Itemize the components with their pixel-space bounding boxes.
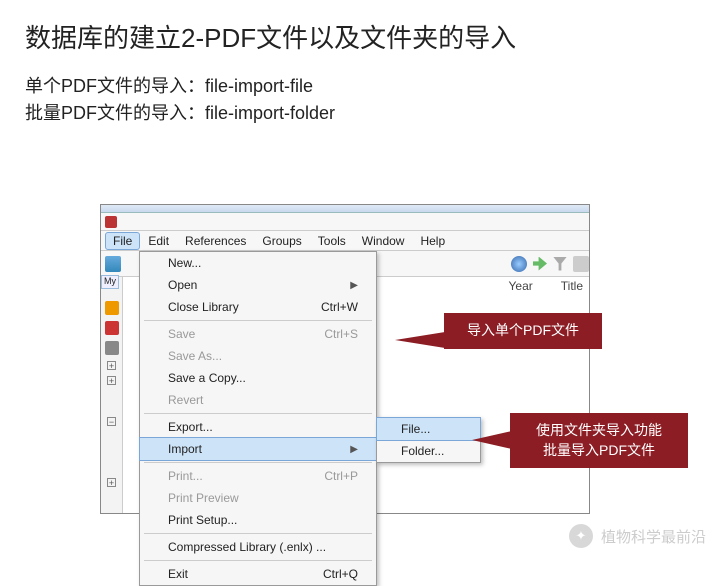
menu-item-revert: Revert	[140, 389, 376, 411]
sidebar-my-tab[interactable]: My	[101, 275, 119, 289]
folder-icon[interactable]	[105, 321, 119, 335]
slide-description: 单个PDF文件的导入：file-import-file 批量PDF文件的导入：f…	[25, 73, 720, 127]
menu-separator	[144, 320, 372, 321]
collapse-icon[interactable]: −	[107, 417, 116, 426]
menubar: File Edit References Groups Tools Window…	[101, 231, 589, 251]
funnel-icon[interactable]	[553, 257, 567, 271]
watermark-text: 植物科学最前沿	[601, 526, 706, 547]
menu-item-close-library[interactable]: Close LibraryCtrl+W	[140, 296, 376, 318]
menu-item-print: Print...Ctrl+P	[140, 465, 376, 487]
callout-import-single: 导入单个PDF文件	[444, 313, 602, 349]
callout-pointer	[472, 431, 512, 449]
expand-icon[interactable]: +	[107, 478, 116, 487]
slide-title: 数据库的建立2-PDF文件以及文件夹的导入	[25, 18, 720, 55]
callout-pointer	[395, 332, 445, 348]
expand-icon[interactable]: +	[107, 361, 116, 370]
menu-item-new[interactable]: New...	[140, 252, 376, 274]
menu-item-save-copy[interactable]: Save a Copy...	[140, 367, 376, 389]
menu-item-print-setup[interactable]: Print Setup...	[140, 509, 376, 531]
menu-item-import[interactable]: Import▶	[139, 437, 377, 461]
menu-help[interactable]: Help	[412, 232, 453, 250]
callout-line: 使用文件夹导入功能	[524, 421, 674, 441]
tool-icon[interactable]	[573, 256, 589, 272]
menu-separator	[144, 462, 372, 463]
library-icon[interactable]	[105, 256, 121, 272]
desc-line-2: 批量PDF文件的导入：file-import-folder	[25, 100, 720, 127]
app-icon	[105, 216, 117, 228]
app-icon-row	[101, 213, 589, 231]
folder-icon[interactable]	[105, 301, 119, 315]
trash-icon[interactable]	[105, 341, 119, 355]
menu-item-open[interactable]: Open▶	[140, 274, 376, 296]
menu-item-save: SaveCtrl+S	[140, 323, 376, 345]
submenu-item-file[interactable]: File...	[376, 417, 481, 441]
menu-window[interactable]: Window	[354, 232, 413, 250]
import-submenu: File... Folder...	[376, 417, 481, 463]
menu-groups[interactable]: Groups	[254, 232, 309, 250]
window-titlebar	[101, 205, 589, 213]
chevron-right-icon: ▶	[350, 444, 358, 455]
menu-item-compressed[interactable]: Compressed Library (.enlx) ...	[140, 536, 376, 558]
menu-tools[interactable]: Tools	[310, 232, 354, 250]
desc-line-1: 单个PDF文件的导入：file-import-file	[25, 73, 720, 100]
chevron-right-icon: ▶	[350, 280, 358, 291]
menu-separator	[144, 533, 372, 534]
menu-references[interactable]: References	[177, 232, 254, 250]
menu-separator	[144, 560, 372, 561]
callout-import-folder: 使用文件夹导入功能 批量导入PDF文件	[510, 413, 688, 468]
arrow-icon[interactable]	[533, 257, 547, 271]
menu-item-export[interactable]: Export...	[140, 416, 376, 438]
menu-item-print-preview: Print Preview	[140, 487, 376, 509]
menu-separator	[144, 413, 372, 414]
col-title[interactable]: Title	[561, 279, 583, 293]
menu-item-save-as: Save As...	[140, 345, 376, 367]
menu-edit[interactable]: Edit	[140, 232, 177, 250]
wechat-icon: ✦	[569, 524, 593, 548]
submenu-item-folder[interactable]: Folder...	[377, 440, 480, 462]
file-menu-dropdown: New... Open▶ Close LibraryCtrl+W SaveCtr…	[139, 251, 377, 586]
globe-icon[interactable]	[511, 256, 527, 272]
col-year[interactable]: Year	[509, 279, 533, 293]
menu-file[interactable]: File	[105, 232, 140, 250]
column-headers: Year Title	[509, 279, 583, 293]
expand-icon[interactable]: +	[107, 376, 116, 385]
watermark: ✦ 植物科学最前沿	[569, 524, 706, 548]
callout-line: 批量导入PDF文件	[524, 441, 674, 461]
menu-item-exit[interactable]: ExitCtrl+Q	[140, 563, 376, 585]
sidebar: My + + − +	[101, 277, 123, 513]
